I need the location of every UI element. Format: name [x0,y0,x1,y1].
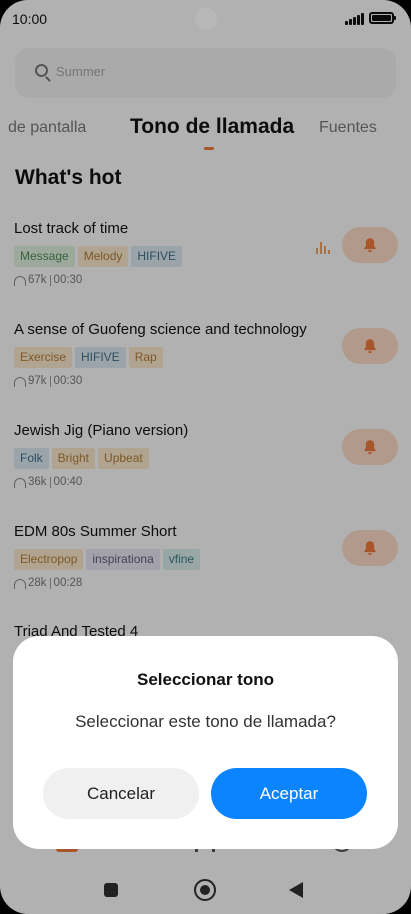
dialog-title: Seleccionar tono [137,670,274,689]
system-navigation-bar [0,860,411,914]
accept-button[interactable]: Aceptar [211,768,367,819]
recents-icon[interactable] [104,883,118,897]
dialog-message: Seleccionar este tono de llamada? [75,712,336,731]
home-icon[interactable] [194,879,216,901]
cancel-button[interactable]: Cancelar [43,768,199,819]
phone-screen: 10:00 de pantalla Tono de llamada Fuente… [0,0,411,914]
back-icon[interactable] [289,882,303,898]
select-ringtone-dialog: Seleccionar tono Seleccionar este tono d… [13,636,398,849]
